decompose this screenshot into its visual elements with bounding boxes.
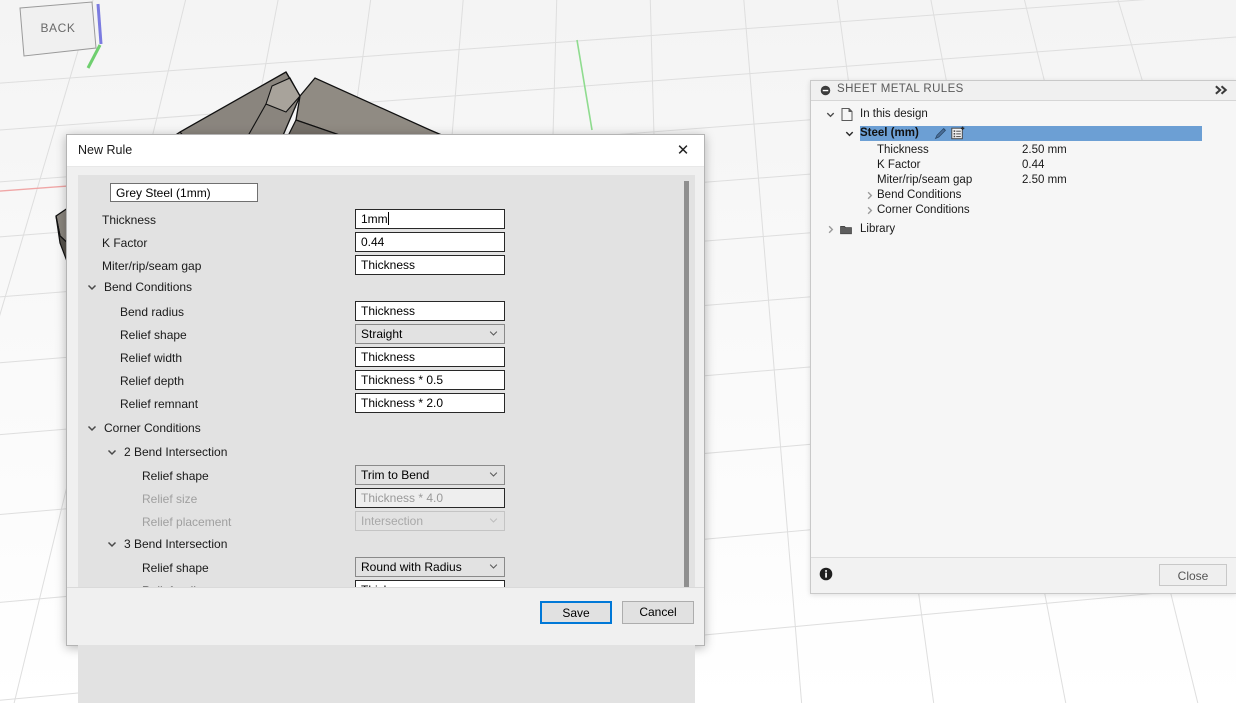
select-2bend-relief-placement-value: Intersection <box>361 514 424 528</box>
save-button[interactable]: Save <box>540 601 612 624</box>
select-2bend-relief-shape[interactable]: Trim to Bend <box>355 465 505 485</box>
row-bend-radius: Bend radius Thickness <box>78 301 678 323</box>
row-bend-relief-shape: Relief shape Straight <box>78 324 678 346</box>
section-label-corner-conditions: Corner Conditions <box>104 421 201 435</box>
label-relief-depth: Relief depth <box>120 374 185 388</box>
input-bend-radius[interactable]: Thickness <box>355 301 505 321</box>
input-thickness[interactable]: 1mm <box>355 209 505 229</box>
chevron-right-icon[interactable] <box>864 205 875 216</box>
row-3bend-relief-shape: Relief shape Round with Radius <box>78 557 678 579</box>
cancel-button[interactable]: Cancel <box>622 601 694 624</box>
label-2bend-relief-shape: Relief shape <box>142 469 209 483</box>
chevron-down-icon <box>87 425 97 432</box>
row-2bend-relief-placement: Relief placement Intersection <box>78 511 678 533</box>
rule-name-input[interactable] <box>110 183 258 202</box>
label-miter-gap: Miter/rip/seam gap <box>102 259 202 273</box>
row-relief-width: Relief width Thickness <box>78 347 678 369</box>
tree-label-steel-mm: Steel (mm) <box>860 127 919 139</box>
select-3bend-relief-shape[interactable]: Round with Radius <box>355 557 505 577</box>
row-relief-remnant: Relief remnant Thickness * 2.0 <box>78 393 678 415</box>
label-relief-width: Relief width <box>120 351 183 365</box>
dialog-scrollbar-thumb[interactable] <box>684 181 689 587</box>
prop-name-miter-gap: Miter/rip/seam gap <box>877 174 973 186</box>
double-chevron-right-icon[interactable] <box>1214 84 1229 96</box>
input-2bend-relief-size: Thickness * 4.0 <box>355 488 505 508</box>
input-miter-gap[interactable]: Thickness <box>355 255 505 275</box>
close-icon[interactable]: ✕ <box>662 135 704 165</box>
select-bend-relief-shape-value: Straight <box>361 327 403 341</box>
select-bend-relief-shape[interactable]: Straight <box>355 324 505 344</box>
view-cube-z-axis <box>96 3 103 45</box>
row-k-factor: K Factor 0.44 <box>78 232 678 254</box>
tree-label-corner-conditions: Corner Conditions <box>877 204 970 216</box>
tree-label-bend-conditions: Bend Conditions <box>877 189 962 201</box>
text-caret <box>387 212 389 225</box>
new-list-icon[interactable] <box>951 126 966 140</box>
label-2bend-relief-placement: Relief placement <box>142 515 232 529</box>
row-2bend-relief-shape: Relief shape Trim to Bend <box>78 465 678 487</box>
chevron-right-icon[interactable] <box>825 224 836 235</box>
label-3bend-relief-shape: Relief shape <box>142 561 209 575</box>
section-label-2-bend-intersection: 2 Bend Intersection <box>124 445 228 459</box>
section-label-bend-conditions: Bend Conditions <box>104 280 193 294</box>
folder-icon <box>840 226 852 235</box>
label-thickness: Thickness <box>102 213 157 227</box>
chevron-right-icon[interactable] <box>864 190 875 201</box>
row-relief-depth: Relief depth Thickness * 0.5 <box>78 370 678 392</box>
chevron-down-icon <box>489 472 498 477</box>
dialog-title-bar[interactable]: New Rule ✕ <box>67 135 704 167</box>
view-cube[interactable]: BACK <box>0 0 110 70</box>
input-relief-remnant[interactable]: Thickness * 2.0 <box>355 393 505 413</box>
document-icon <box>841 108 853 121</box>
input-relief-depth[interactable]: Thickness * 0.5 <box>355 370 505 390</box>
minus-circle-icon[interactable] <box>820 85 831 96</box>
section-label-3-bend-intersection: 3 Bend Intersection <box>124 537 228 551</box>
info-icon[interactable] <box>819 567 833 581</box>
select-3bend-relief-shape-value: Round with Radius <box>361 560 462 574</box>
chevron-down-icon[interactable] <box>825 109 836 120</box>
rules-tree: In this design Steel (mm) Thickness 2.50… <box>811 101 1236 557</box>
label-k-factor: K Factor <box>102 236 148 250</box>
row-thickness: Thickness 1mm <box>78 209 678 231</box>
label-bend-radius: Bend radius <box>120 305 185 319</box>
tree-label-library: Library <box>860 223 896 235</box>
prop-value-thickness: 2.50 mm <box>1022 144 1067 156</box>
chevron-down-icon <box>107 541 117 548</box>
label-bend-relief-shape: Relief shape <box>120 328 187 342</box>
prop-name-thickness: Thickness <box>877 144 929 156</box>
view-cube-label: BACK <box>40 21 75 35</box>
dialog-footer: Save Cancel <box>67 587 704 645</box>
prop-value-miter-gap: 2.50 mm <box>1022 174 1067 186</box>
chevron-down-icon <box>489 518 498 523</box>
new-rule-dialog: New Rule ✕ Thickness 1mm K Factor 0.44 M… <box>66 134 705 703</box>
label-2bend-relief-size: Relief size <box>142 492 198 506</box>
application-window: BACK New Rule ✕ Thickness 1mm K Factor 0… <box>0 0 1236 703</box>
select-2bend-relief-placement: Intersection <box>355 511 505 531</box>
input-relief-width[interactable]: Thickness <box>355 347 505 367</box>
chevron-down-icon <box>489 331 498 336</box>
prop-name-k-factor: K Factor <box>877 159 921 171</box>
row-miter-gap: Miter/rip/seam gap Thickness <box>78 255 678 277</box>
sheet-metal-rules-panel: SHEET METAL RULES In this design Steel (… <box>810 80 1236 594</box>
dialog-title: New Rule <box>78 143 133 157</box>
row-2bend-relief-size: Relief size Thickness * 4.0 <box>78 488 678 510</box>
panel-title: SHEET METAL RULES <box>837 83 964 95</box>
prop-value-k-factor: 0.44 <box>1022 159 1045 171</box>
input-k-factor[interactable]: 0.44 <box>355 232 505 252</box>
panel-close-button[interactable]: Close <box>1159 564 1227 586</box>
chevron-down-icon <box>87 284 97 291</box>
pencil-icon[interactable] <box>934 127 947 140</box>
tree-label-in-this-design: In this design <box>860 108 928 120</box>
select-2bend-relief-shape-value: Trim to Bend <box>361 468 430 482</box>
chevron-down-icon <box>489 564 498 569</box>
chevron-down-icon[interactable] <box>844 128 855 139</box>
label-relief-remnant: Relief remnant <box>120 397 199 411</box>
chevron-down-icon <box>107 449 117 456</box>
panel-footer: Close <box>811 557 1236 593</box>
panel-header: SHEET METAL RULES <box>811 81 1236 101</box>
